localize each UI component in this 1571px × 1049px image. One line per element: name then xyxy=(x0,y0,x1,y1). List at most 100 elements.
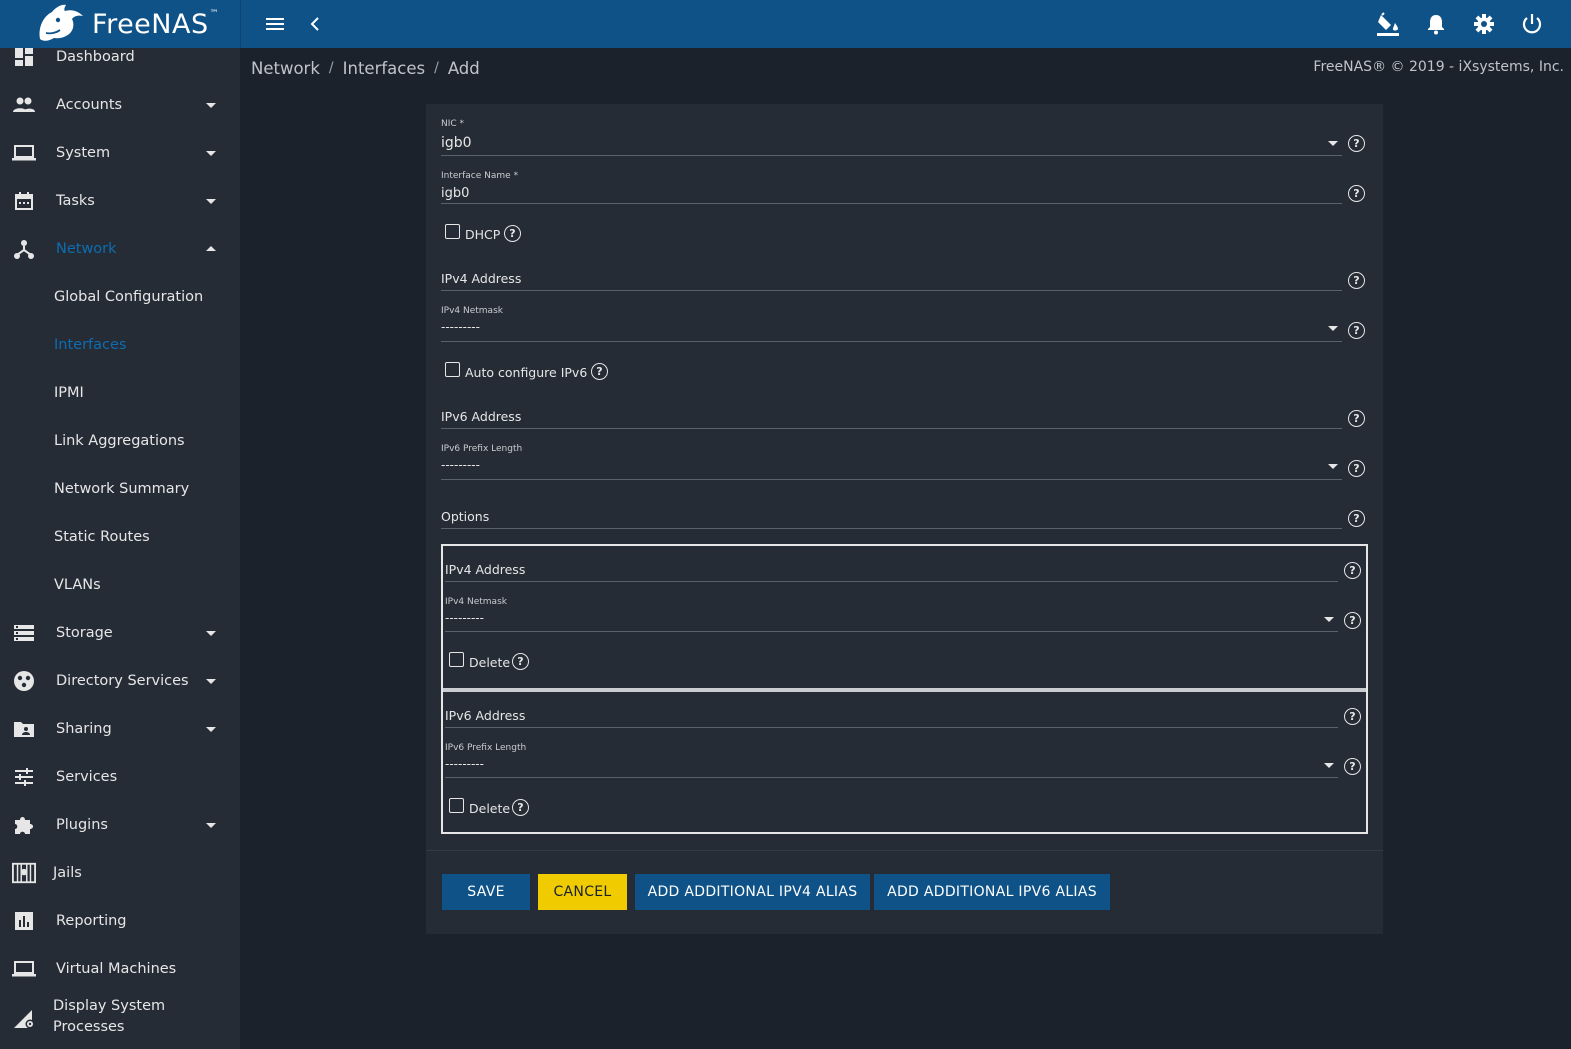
sidebar-item-services[interactable]: Services xyxy=(0,753,240,801)
bell-icon[interactable] xyxy=(1424,12,1448,36)
sidebar-label: Reporting xyxy=(56,913,127,929)
alias-ipv4-netmask-help-icon[interactable]: ? xyxy=(1344,612,1361,629)
breadcrumb: Network / Interfaces / Add xyxy=(251,56,480,80)
dhcp-label: DHCP xyxy=(465,227,501,242)
sidebar-subitem-network-summary[interactable]: Network Summary xyxy=(0,465,240,513)
sidebar-item-jails[interactable]: Jails xyxy=(0,849,240,897)
options-input[interactable]: Options xyxy=(441,509,489,524)
alias-separator xyxy=(443,688,1366,692)
nic-help-icon[interactable]: ? xyxy=(1348,135,1365,152)
sidebar-item-accounts[interactable]: Accounts xyxy=(0,81,240,129)
ipv6-address-input[interactable]: IPv6 Address xyxy=(441,409,521,424)
sidebar-item-storage[interactable]: Storage xyxy=(0,609,240,657)
freenas-logo[interactable]: FreeNAS™ xyxy=(34,2,219,46)
ipv6-address-help-icon[interactable]: ? xyxy=(1348,410,1365,427)
nic-select[interactable]: igb0 xyxy=(441,135,472,151)
ipv4-netmask-dropdown-arrow-icon[interactable] xyxy=(1328,326,1338,331)
alias-ipv4-address-help-icon[interactable]: ? xyxy=(1344,562,1361,579)
breadcrumb-network[interactable]: Network xyxy=(251,59,320,78)
sidebar-subitem-global-configuration[interactable]: Global Configuration xyxy=(0,273,240,321)
ipv4-netmask-underline xyxy=(441,341,1342,342)
processes-icon xyxy=(12,1006,36,1030)
chart-icon xyxy=(12,909,36,933)
sidebar-item-dashboard[interactable]: Dashboard xyxy=(0,48,240,81)
interface-name-input[interactable]: igb0 xyxy=(441,186,469,201)
interface-name-underline xyxy=(441,203,1342,204)
menu-icon[interactable] xyxy=(263,12,287,36)
add-ipv4-alias-button[interactable]: ADD ADDITIONAL IPV4 ALIAS xyxy=(635,874,870,910)
sidebar-item-reporting[interactable]: Reporting xyxy=(0,897,240,945)
sidebar-item-directory-services[interactable]: Directory Services xyxy=(0,657,240,705)
ipv4-netmask-help-icon[interactable]: ? xyxy=(1348,322,1365,339)
sidebar-subitem-interfaces[interactable]: Interfaces xyxy=(0,321,240,369)
sidebar-sublabel: Global Configuration xyxy=(54,289,204,305)
sidebar-label: Jails xyxy=(53,865,82,881)
ipv6-prefix-help-icon[interactable]: ? xyxy=(1348,460,1365,477)
alias-ipv6-prefix-help-icon[interactable]: ? xyxy=(1344,758,1361,775)
ipv4-netmask-select[interactable]: --------- xyxy=(441,320,480,334)
sidebar-label: Directory Services xyxy=(56,673,189,689)
sidebar-label: Plugins xyxy=(56,817,108,833)
theme-bucket-icon[interactable] xyxy=(1376,12,1400,36)
gear-icon[interactable] xyxy=(1472,12,1496,36)
alias-ipv4-netmask-dropdown-arrow-icon[interactable] xyxy=(1324,617,1334,622)
sidebar-item-tasks[interactable]: Tasks xyxy=(0,177,240,225)
sidebar-subitem-static-routes[interactable]: Static Routes xyxy=(0,513,240,561)
sidebar-subitem-vlans[interactable]: VLANs xyxy=(0,561,240,609)
auto-ipv6-checkbox[interactable] xyxy=(445,362,460,377)
sidebar: Dashboard Accounts System Tasks Network … xyxy=(0,48,240,1049)
alias-ipv6-address-help-icon[interactable]: ? xyxy=(1344,708,1361,725)
sidebar-item-network[interactable]: Network xyxy=(0,225,240,273)
ipv4-address-help-icon[interactable]: ? xyxy=(1348,272,1365,289)
alias-ipv6-prefix-label: IPv6 Prefix Length xyxy=(445,743,527,753)
sidebar-item-plugins[interactable]: Plugins xyxy=(0,801,240,849)
sidebar-item-virtual-machines[interactable]: Virtual Machines xyxy=(0,945,240,993)
alias-ipv6-prefix-select[interactable]: --------- xyxy=(445,757,484,771)
alias-ipv4-netmask-label: IPv4 Netmask xyxy=(445,597,507,607)
dhcp-checkbox[interactable] xyxy=(445,224,460,239)
power-icon[interactable] xyxy=(1520,12,1544,36)
alias-ipv6-delete-checkbox[interactable] xyxy=(449,798,464,813)
alias-ipv4-netmask-select[interactable]: --------- xyxy=(445,611,484,625)
ipv4-address-input[interactable]: IPv4 Address xyxy=(441,271,521,286)
cancel-button[interactable]: CANCEL xyxy=(538,874,627,910)
folder-share-icon xyxy=(12,717,36,741)
chevron-down-icon xyxy=(206,631,216,636)
alias-ipv6-prefix-dropdown-arrow-icon[interactable] xyxy=(1324,763,1334,768)
sidebar-label: Tasks xyxy=(56,193,95,209)
ipv4-netmask-label: IPv4 Netmask xyxy=(441,306,503,316)
chevron-up-icon xyxy=(206,246,216,251)
alias-ipv6-delete-help-icon[interactable]: ? xyxy=(512,799,529,816)
sidebar-subitem-link-aggregations[interactable]: Link Aggregations xyxy=(0,417,240,465)
add-ipv6-alias-button[interactable]: ADD ADDITIONAL IPV6 ALIAS xyxy=(874,874,1110,910)
breadcrumb-add: Add xyxy=(447,58,480,78)
sidebar-item-sharing[interactable]: Sharing xyxy=(0,705,240,753)
alias-ipv4-address-input[interactable]: IPv4 Address xyxy=(445,562,525,577)
people-icon xyxy=(12,93,36,117)
dhcp-help-icon[interactable]: ? xyxy=(504,225,521,242)
breadcrumb-interfaces[interactable]: Interfaces xyxy=(343,59,425,78)
sidebar-item-system[interactable]: System xyxy=(0,129,240,177)
alias-ipv6-address-input[interactable]: IPv6 Address xyxy=(445,708,525,723)
sidebar-label: Dashboard xyxy=(56,49,135,65)
chevron-down-icon xyxy=(206,823,216,828)
chevron-down-icon xyxy=(206,679,216,684)
alias-ipv4-delete-help-icon[interactable]: ? xyxy=(512,653,529,670)
ipv6-prefix-select[interactable]: --------- xyxy=(441,458,480,472)
alias-ipv6-prefix-underline xyxy=(445,777,1338,778)
sidebar-item-display-system-processes[interactable]: Display System Processes xyxy=(0,993,240,1043)
alias-ipv4-address-underline xyxy=(445,581,1338,582)
auto-ipv6-help-icon[interactable]: ? xyxy=(591,363,608,380)
ipv6-prefix-dropdown-arrow-icon[interactable] xyxy=(1328,464,1338,469)
interface-name-help-icon[interactable]: ? xyxy=(1348,185,1365,202)
nic-dropdown-arrow-icon[interactable] xyxy=(1328,141,1338,146)
network-icon xyxy=(12,237,36,261)
sidebar-label: Network xyxy=(56,241,117,257)
sidebar-subitem-ipmi[interactable]: IPMI xyxy=(0,369,240,417)
alias-ipv4-delete-checkbox[interactable] xyxy=(449,652,464,667)
options-help-icon[interactable]: ? xyxy=(1348,510,1365,527)
save-button[interactable]: SAVE xyxy=(442,874,530,910)
back-chevron-icon[interactable] xyxy=(303,12,327,36)
puzzle-icon xyxy=(12,813,36,837)
dashboard-icon xyxy=(12,48,36,69)
